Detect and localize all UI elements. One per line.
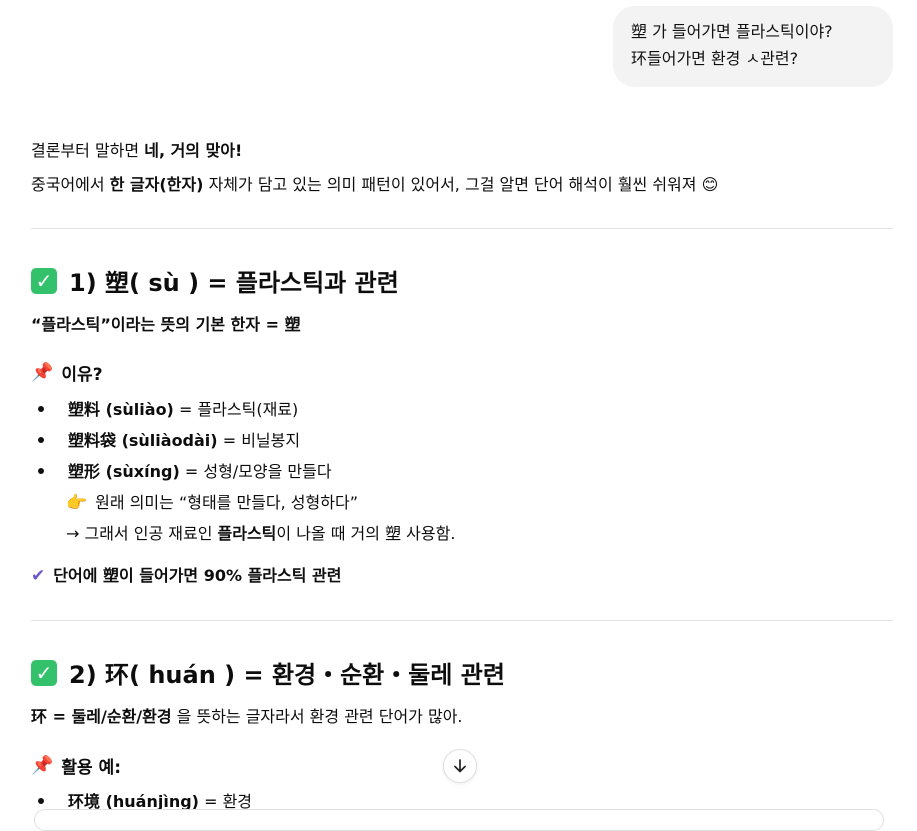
intro-text: 자체가 담고 있는 의미 패턴이 있어서, 그걸 알면 단어 해석이 훨씬 쉬워…: [203, 175, 719, 194]
heading-text: 이유?: [61, 365, 103, 385]
intro-bold: 네, 거의 맞아!: [144, 141, 243, 160]
term: 塑料 (sùliào): [68, 400, 174, 419]
pushpin-icon: 📌: [31, 362, 54, 383]
intro-text: 결론부터 말하면: [31, 141, 145, 160]
subtitle-bold: 둘레/순환/환경: [71, 707, 172, 726]
section2-heading: ✓ 2) 环( huán ) = 환경・순환・둘레 관련: [31, 655, 505, 690]
section1-heading: ✓ 1) 塑( sù ) = 플라스틱과 관련: [31, 263, 399, 298]
section-title: 2) 环( huán ) = 환경・순환・둘레 관련: [69, 661, 505, 689]
meaning: = 비닐봉지: [217, 431, 301, 450]
subtitle-text: 을 뜻하는 글자라서 환경 관련 단어가 많아.: [171, 707, 463, 726]
term: 塑料袋 (sùliàodài): [68, 431, 218, 450]
usage-heading: 📌 활용 예:: [31, 753, 121, 778]
section-title: 1) 塑( sù ) = 플라스틱과 관련: [69, 269, 399, 297]
section2-subtitle: 环 = 둘레/순환/환경 을 뜻하는 글자라서 환경 관련 단어가 많아.: [31, 703, 463, 727]
note-text: 이 나올 때 거의 塑 사용함.: [276, 524, 456, 543]
note-text: 원래 의미는 “형태를 만들다, 성형하다”: [95, 493, 358, 512]
pushpin-icon: 📌: [31, 755, 54, 776]
meaning: = 성형/모양을 만들다: [179, 462, 332, 481]
conclusion-text: 단어에 塑이 들어가면 90% 플라스틱 관련: [53, 566, 342, 585]
check-box-icon: ✓: [31, 659, 57, 686]
note-bold: 플라스틱: [217, 524, 277, 543]
intro-bold: 한 글자(한자): [109, 175, 204, 194]
user-message-line: 环들어가면 환경 ㅅ관련?: [631, 49, 799, 68]
divider: [31, 228, 893, 229]
list-item: 塑料袋 (sùliàodài) = 비닐봉지: [31, 427, 300, 451]
intro-line-1: 결론부터 말하면 네, 거의 맞아!: [31, 137, 242, 161]
reason-heading: 📌 이유?: [31, 360, 103, 385]
arrow-down-icon: [454, 759, 466, 773]
subtitle-text: 环 =: [31, 707, 72, 726]
divider: [31, 620, 893, 621]
term: 塑形 (sùxíng): [68, 462, 180, 481]
section1-subtitle: “플라스틱”이라는 뜻의 기본 한자 = 塑: [31, 315, 301, 334]
check-mark-icon: ✔: [31, 566, 46, 586]
list-item: 塑形 (sùxíng) = 성형/모양을 만들다: [31, 458, 332, 482]
section1-conclusion: ✔ 단어에 塑이 들어가면 90% 플라스틱 관련: [31, 562, 341, 586]
scroll-down-button[interactable]: [443, 749, 477, 783]
note-line: → 그래서 인공 재료인 플라스틱이 나올 때 거의 塑 사용함.: [66, 520, 455, 544]
meaning: = 플라스틱(재료): [173, 400, 299, 419]
note-text: → 그래서 인공 재료인: [66, 524, 218, 543]
user-message-bubble: 塑 가 들어가면 플라스틱이야? 环들어가면 환경 ㅅ관련?: [613, 6, 893, 87]
user-message-line: 塑 가 들어가면 플라스틱이야?: [631, 22, 833, 41]
pointing-finger-icon: 👉: [66, 493, 88, 513]
list-item: 塑料 (sùliào) = 플라스틱(재료): [31, 396, 298, 420]
check-box-icon: ✓: [31, 267, 57, 294]
intro-text: 중국어에서: [31, 175, 110, 194]
heading-text: 활용 예:: [61, 758, 122, 778]
intro-line-2: 중국어에서 한 글자(한자) 자체가 담고 있는 의미 패턴이 있어서, 그걸 …: [31, 171, 718, 195]
message-composer[interactable]: [34, 809, 884, 831]
note-line: 👉 원래 의미는 “형태를 만들다, 성형하다”: [66, 489, 358, 513]
